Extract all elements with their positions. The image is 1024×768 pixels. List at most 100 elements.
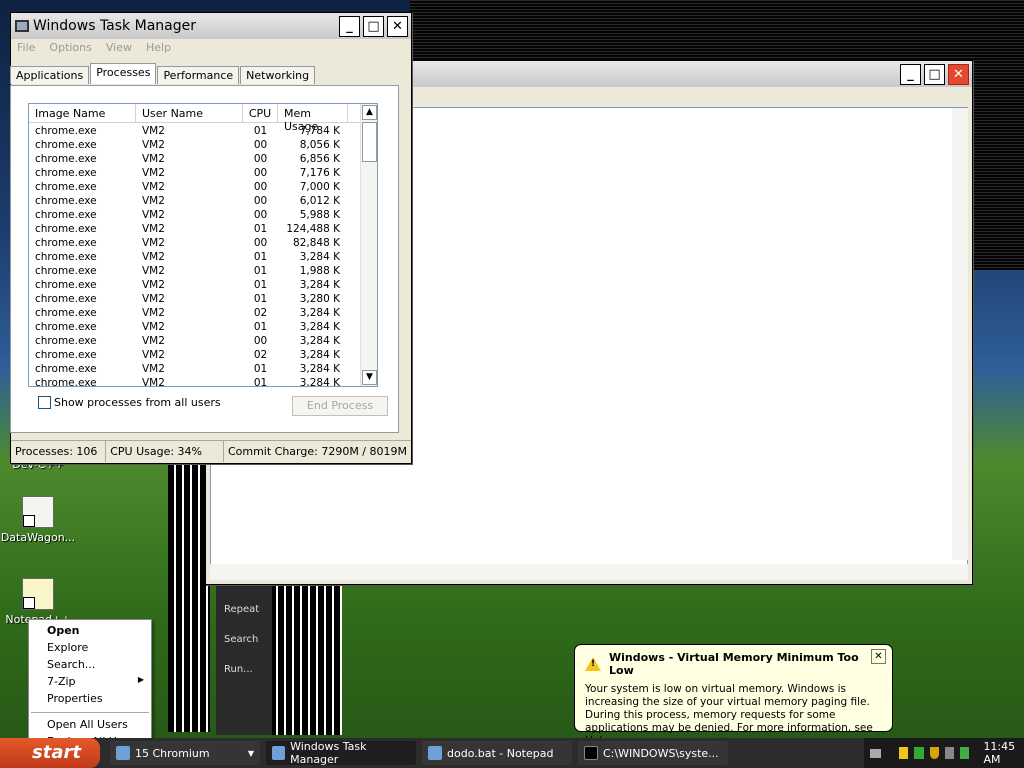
scroll-thumb[interactable] [362, 122, 377, 162]
cell-user-name: VM2 [142, 181, 165, 193]
table-row[interactable]: chrome.exe VM2 00 82,848 K [29, 237, 377, 251]
menu-help[interactable]: Help [146, 41, 171, 55]
task-manager-titlebar[interactable]: Windows Task Manager _ □ ✕ [11, 13, 411, 39]
background-label-search: Search [224, 634, 259, 645]
cell-image-name: chrome.exe [35, 237, 97, 249]
cell-image-name: chrome.exe [35, 251, 97, 263]
desktop-icon-datawagon[interactable]: DataWagon... [0, 496, 76, 544]
table-row[interactable]: chrome.exe VM2 00 3,284 K [29, 335, 377, 349]
table-row[interactable]: chrome.exe VM2 00 7,000 K [29, 181, 377, 195]
cell-user-name: VM2 [142, 377, 165, 387]
menu-file[interactable]: File [17, 41, 35, 55]
cell-mem-usage: 3,284 K [299, 279, 340, 291]
status-processes: Processes: 106 [11, 441, 107, 462]
virtual-memory-balloon[interactable]: Windows - Virtual Memory Minimum Too Low… [574, 644, 893, 747]
menu-item-7zip[interactable]: 7-Zip ▶ [29, 674, 151, 691]
cell-mem-usage: 8,056 K [299, 139, 340, 151]
table-row[interactable]: chrome.exe VM2 01 1,988 K [29, 265, 377, 279]
keyboard-icon[interactable] [870, 748, 881, 758]
cell-image-name: chrome.exe [35, 181, 97, 193]
table-row[interactable]: chrome.exe VM2 00 6,856 K [29, 153, 377, 167]
menu-bar: File Options View Help [11, 39, 411, 57]
cell-image-name: chrome.exe [35, 167, 97, 179]
network-icon[interactable] [914, 747, 924, 759]
cell-cpu: 00 [253, 195, 268, 207]
tab-applications[interactable]: Applications [10, 66, 90, 84]
column-user-name[interactable]: User Name [136, 104, 243, 122]
table-row[interactable]: chrome.exe VM2 01 124,488 K [29, 223, 377, 237]
tab-networking[interactable]: Networking [240, 66, 316, 84]
table-row[interactable]: chrome.exe VM2 02 3,284 K [29, 307, 377, 321]
table-row[interactable]: chrome.exe VM2 00 7,176 K [29, 167, 377, 181]
connection-icon[interactable] [944, 747, 955, 759]
submenu-arrow-icon: ▶ [137, 675, 144, 684]
close-button[interactable]: ✕ [948, 63, 969, 85]
menu-options[interactable]: Options [49, 41, 91, 55]
minimize-button[interactable]: _ [339, 15, 360, 37]
menu-item-explore[interactable]: Explore [29, 640, 151, 657]
table-row[interactable]: chrome.exe VM2 01 3,284 K [29, 251, 377, 265]
cell-user-name: VM2 [142, 363, 165, 375]
update-icon[interactable] [960, 747, 970, 759]
tab-performance[interactable]: Performance [157, 66, 240, 84]
taskbar-button-label: 15 Chromium [135, 746, 210, 760]
menu-view[interactable]: View [106, 41, 132, 55]
table-row[interactable]: chrome.exe VM2 01 3,284 K [29, 377, 377, 387]
cell-image-name: chrome.exe [35, 349, 97, 361]
cell-mem-usage: 82,848 K [293, 237, 340, 249]
show-all-users-checkbox[interactable] [38, 396, 51, 409]
balloon-title: Windows - Virtual Memory Minimum Too Low [585, 651, 882, 677]
maximize-button[interactable]: □ [924, 63, 945, 85]
maximize-button[interactable]: □ [363, 15, 384, 37]
start-button[interactable]: start [0, 738, 100, 768]
process-list-header: Image Name User Name CPU Mem Usage [29, 104, 377, 133]
process-list-scrollbar[interactable]: ▲ ▼ [360, 104, 377, 386]
clock[interactable]: 11:45 AM [983, 740, 1024, 766]
column-image-name[interactable]: Image Name [29, 104, 136, 122]
monitor-icon [272, 746, 286, 760]
shield-icon[interactable] [929, 747, 939, 759]
taskbar-button-chromium[interactable]: 15 Chromium ▼ [110, 741, 260, 765]
cell-cpu: 01 [253, 223, 268, 235]
table-row[interactable]: chrome.exe VM2 01 3,284 K [29, 279, 377, 293]
menu-item-open-all-users[interactable]: Open All Users [29, 717, 151, 734]
table-row[interactable]: chrome.exe VM2 02 3,284 K [29, 349, 377, 363]
menu-item-open[interactable]: Open [29, 623, 151, 640]
table-row[interactable]: chrome.exe VM2 01 3,280 K [29, 293, 377, 307]
taskbar-button-task-manager[interactable]: Windows Task Manager [266, 740, 416, 766]
column-cpu[interactable]: CPU [243, 104, 278, 122]
close-button[interactable]: ✕ [387, 15, 408, 37]
tab-processes[interactable]: Processes [90, 63, 157, 84]
table-row[interactable]: chrome.exe VM2 00 8,056 K [29, 139, 377, 153]
process-rows: chrome.exe VM2 01 7,784 K chrome.exe VM2 00 8,0… [29, 123, 377, 387]
balloon-close-button[interactable]: ✕ [871, 649, 886, 664]
end-process-button[interactable]: End Process [292, 396, 388, 416]
taskbar-button-cmd[interactable]: C:\WINDOWS\syste... [578, 741, 728, 765]
status-cpu: CPU Usage: 34% [106, 441, 224, 462]
cell-image-name: chrome.exe [35, 377, 97, 387]
table-row[interactable]: chrome.exe VM2 00 6,012 K [29, 195, 377, 209]
horizontal-scrollbar[interactable] [210, 564, 968, 580]
table-row[interactable]: chrome.exe VM2 01 3,284 K [29, 363, 377, 377]
show-all-users-row[interactable]: Show processes from all users [38, 396, 221, 409]
column-mem-usage[interactable]: Mem Usage [278, 104, 348, 133]
cell-user-name: VM2 [142, 307, 165, 319]
cell-user-name: VM2 [142, 279, 165, 291]
table-row[interactable]: chrome.exe VM2 00 5,988 K [29, 209, 377, 223]
warning-tray-icon[interactable] [898, 747, 909, 759]
scroll-up-button[interactable]: ▲ [362, 105, 377, 120]
taskbar-button-label: Windows Task Manager [290, 740, 367, 766]
taskbar-button-notepad[interactable]: dodo.bat - Notepad [422, 741, 572, 765]
cell-image-name: chrome.exe [35, 279, 97, 291]
background-panel: Repeat Search Run... [216, 585, 272, 735]
scroll-down-button[interactable]: ▼ [362, 370, 377, 385]
minimize-button[interactable]: _ [900, 63, 921, 85]
cell-cpu: 01 [253, 363, 268, 375]
menu-item-search[interactable]: Search... [29, 657, 151, 674]
table-row[interactable]: chrome.exe VM2 01 3,284 K [29, 321, 377, 335]
cell-image-name: chrome.exe [35, 307, 97, 319]
menu-item-properties[interactable]: Properties [29, 691, 151, 708]
process-list[interactable]: Image Name User Name CPU Mem Usage chrom… [28, 103, 378, 387]
table-row[interactable]: chrome.exe VM2 01 7,784 K [29, 125, 377, 139]
vertical-scrollbar[interactable] [952, 108, 968, 560]
